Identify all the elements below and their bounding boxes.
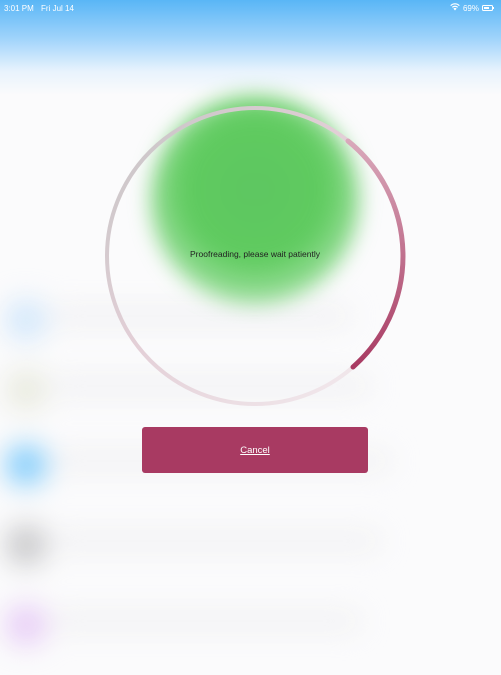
battery-fill xyxy=(484,7,489,9)
blurred-row xyxy=(50,535,380,547)
status-bar: 3:01 PM Fri Jul 14 69% xyxy=(0,0,501,16)
wifi-icon xyxy=(450,3,460,13)
status-time: 3:01 PM xyxy=(4,3,34,13)
status-date: Fri Jul 14 xyxy=(41,3,74,13)
blurred-avatar xyxy=(6,370,46,410)
battery-icon xyxy=(482,5,494,11)
battery-percent: 69% xyxy=(462,3,479,13)
progress-message: Proofreading, please wait patiently xyxy=(190,249,320,259)
blurred-avatar xyxy=(6,445,46,485)
status-left: 3:01 PM Fri Jul 14 xyxy=(4,4,79,13)
blurred-avatar xyxy=(6,525,46,565)
status-right: 69% xyxy=(450,3,494,13)
screen: 3:01 PM Fri Jul 14 69% Proofreading, ple… xyxy=(0,0,501,675)
cancel-button[interactable]: Cancel xyxy=(142,427,368,473)
blurred-row xyxy=(50,615,360,627)
blurred-avatar xyxy=(6,300,46,340)
blurred-avatar xyxy=(6,605,46,645)
